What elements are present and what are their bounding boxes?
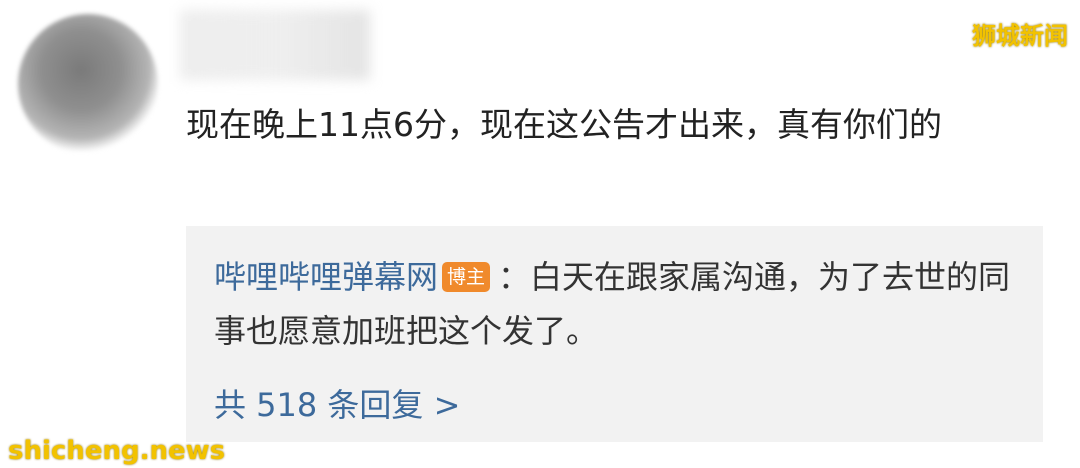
watermark-logo: 狮城新闻	[972, 22, 1068, 50]
reply-box[interactable]: 哔哩哔哩弹幕网 博主 ：白天在跟家属沟通，为了去世的同事也愿意加班把这个发了。 共 …	[186, 226, 1043, 442]
username-blurred[interactable]	[180, 10, 370, 80]
author-badge: 博主	[442, 262, 491, 292]
reply-content: 哔哩哔哩弹幕网 博主 ：白天在跟家属沟通，为了去世的同事也愿意加班把这个发了。	[214, 250, 1014, 358]
view-replies-link[interactable]: 共 518 条回复 >	[214, 380, 460, 426]
watermark-url: shicheng.news	[8, 436, 226, 466]
avatar[interactable]	[18, 14, 158, 154]
reply-author-link[interactable]: 哔哩哔哩弹幕网	[214, 258, 438, 296]
reply-separator: ：	[498, 258, 531, 296]
comment-text: 现在晚上11点6分，现在这公告才出来，真有你们的	[186, 105, 942, 144]
